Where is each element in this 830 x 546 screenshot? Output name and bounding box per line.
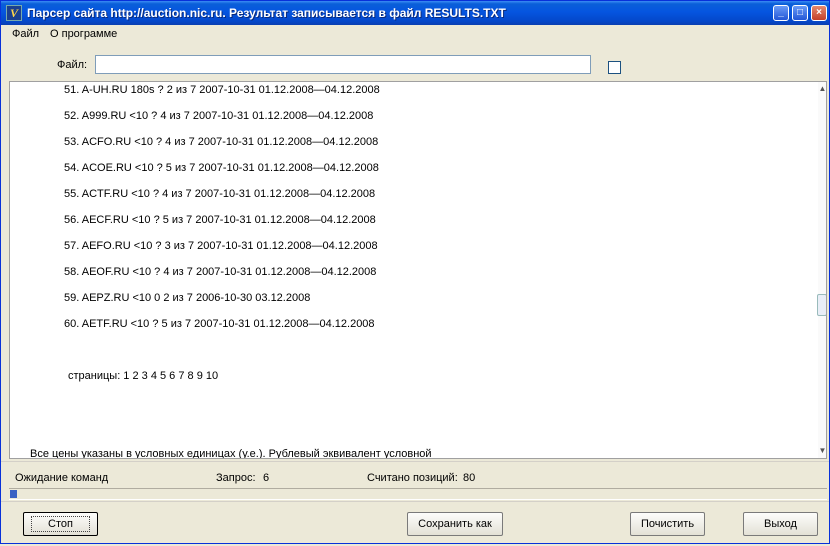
- scroll-up-icon[interactable]: ▲: [818, 84, 826, 93]
- list-item: 57. AEFO.RU <10 ? 3 из 7 2007-10-31 01.1…: [64, 240, 378, 252]
- list-item: 58. AEOF.RU <10 ? 4 из 7 2007-10-31 01.1…: [64, 266, 377, 278]
- list-item: 60. AETF.RU <10 ? 5 из 7 2007-10-31 01.1…: [64, 318, 375, 330]
- list-item: 52. A999.RU <10 ? 4 из 7 2007-10-31 01.1…: [64, 110, 374, 122]
- stop-button[interactable]: Стоп: [23, 512, 98, 536]
- status-state: Ожидание команд: [15, 472, 109, 484]
- window-title: Парсер сайта http://auction.nic.ru. Резу…: [27, 6, 506, 20]
- stop-button-label: Стоп: [31, 516, 90, 532]
- menu-about[interactable]: О программе: [50, 28, 117, 40]
- list-item: 51. A-UH.RU 180s ? 2 из 7 2007-10-31 01.…: [64, 84, 380, 96]
- title-bar[interactable]: V Парсер сайта http://auction.nic.ru. Ре…: [1, 1, 829, 25]
- prices-note: Все цены указаны в условных единицах (у.…: [30, 448, 432, 459]
- maximize-icon[interactable]: □: [792, 5, 808, 21]
- list-item: 56. AECF.RU <10 ? 5 из 7 2007-10-31 01.1…: [64, 214, 376, 226]
- vertical-scrollbar[interactable]: ▲ ▼: [817, 82, 826, 458]
- file-label: Файл:: [57, 59, 88, 71]
- list-item: 53. ACFO.RU <10 ? 4 из 7 2007-10-31 01.1…: [64, 136, 379, 148]
- menu-file[interactable]: Файл: [12, 28, 39, 40]
- app-window: V Парсер сайта http://auction.nic.ru. Ре…: [0, 0, 830, 544]
- pagination-text: страницы: 1 2 3 4 5 6 7 8 9 10: [68, 370, 219, 382]
- results-view[interactable]: 51. A-UH.RU 180s ? 2 из 7 2007-10-31 01.…: [9, 81, 827, 459]
- save-as-button[interactable]: Сохранить как: [407, 512, 503, 536]
- list-item: 59. AEPZ.RU <10 0 2 из 7 2006-10-30 03.1…: [64, 292, 311, 304]
- progress-bar: [9, 488, 827, 500]
- request-label: Запрос:: [216, 472, 256, 484]
- scroll-thumb[interactable]: [817, 294, 826, 316]
- file-input[interactable]: [95, 55, 591, 74]
- list-item: 55. ACTF.RU <10 ? 4 из 7 2007-10-31 01.1…: [64, 188, 376, 200]
- list-item: 54. ACOE.RU <10 ? 5 из 7 2007-10-31 01.1…: [64, 162, 379, 174]
- status-bar: Ожидание команд Запрос: 6 Считано позици…: [1, 461, 829, 486]
- progress-fill: [10, 490, 17, 498]
- count-value: 80: [463, 472, 476, 484]
- menu-bar: Файл О программе: [1, 26, 829, 44]
- file-row: Файл:: [1, 47, 829, 79]
- exit-button[interactable]: Выход: [743, 512, 818, 536]
- count-label: Считано позиций:: [367, 472, 458, 484]
- clear-button[interactable]: Почистить: [630, 512, 705, 536]
- scroll-down-icon[interactable]: ▼: [818, 446, 826, 455]
- button-bar: Стоп Сохранить как Почистить Выход: [1, 501, 829, 546]
- app-icon[interactable]: V: [6, 5, 22, 21]
- close-icon[interactable]: ×: [811, 5, 827, 21]
- option-checkbox[interactable]: [608, 61, 621, 74]
- request-value: 6: [263, 472, 270, 484]
- minimize-icon[interactable]: _: [773, 5, 789, 21]
